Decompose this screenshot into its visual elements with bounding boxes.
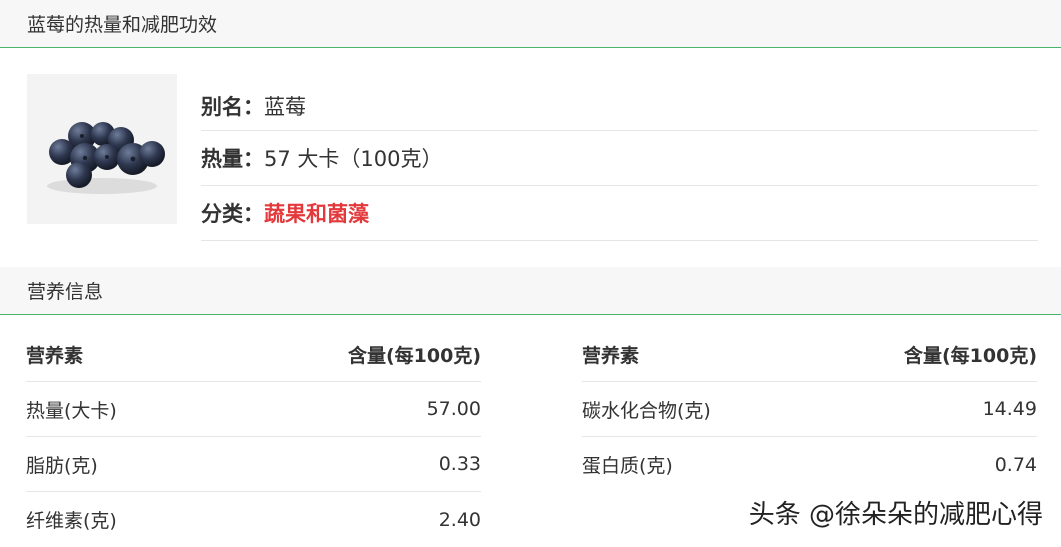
page-title-bar: 蓝莓的热量和减肥功效 — [0, 0, 1061, 48]
nutrient-value: 57.00 — [426, 398, 481, 420]
calories-label: 热量： — [201, 147, 264, 171]
food-info-list: 别名： 蓝莓 热量： 57 大卡（100克） 分类： 蔬果和菌藻 — [201, 81, 1038, 241]
table-row: 纤维素(克) 2.40 — [26, 492, 481, 547]
category-label: 分类： — [201, 202, 264, 226]
nutrient-name: 脂肪(克) — [26, 454, 98, 477]
watermark: 头条 @徐朵朵的减肥心得 — [748, 500, 1043, 530]
nutrient-value: 0.33 — [438, 453, 481, 475]
nutrient-value: 2.40 — [438, 508, 481, 531]
nutrition-title: 营养信息 — [27, 281, 104, 303]
calories-row: 热量： 57 大卡（100克） — [201, 131, 1038, 186]
header-nutrient: 营养素 — [26, 344, 84, 367]
nutrient-value: 0.74 — [994, 453, 1037, 476]
nutrient-name: 蛋白质(克) — [582, 455, 673, 477]
blueberries-icon — [47, 122, 165, 194]
alias-value: 蓝莓 — [264, 94, 306, 119]
alias-label: 别名： — [201, 94, 264, 119]
table-row: 蛋白质(克) 0.74 — [582, 437, 1037, 492]
table-row: 碳水化合物(克) 14.49 — [582, 382, 1037, 437]
calories-value: 57 大卡（100克） — [264, 147, 443, 171]
nutrient-name: 纤维素(克) — [26, 510, 117, 532]
header-amount: 含量(每100克) — [347, 344, 481, 367]
alias-row: 别名： 蓝莓 — [201, 81, 1038, 131]
table-row: 热量(大卡) 57.00 — [26, 382, 481, 437]
header-nutrient: 营养素 — [582, 344, 640, 367]
food-info-panel: 别名： 蓝莓 热量： 57 大卡（100克） 分类： 蔬果和菌藻 — [0, 48, 1061, 267]
nutrient-name: 碳水化合物(克) — [582, 399, 711, 422]
category-link[interactable]: 蔬果和菌藻 — [264, 198, 369, 228]
table-header-row: 营养素 含量(每100克) — [26, 327, 481, 382]
page-title: 蓝莓的热量和减肥功效 — [27, 14, 218, 36]
table-row: 脂肪(克) 0.33 — [26, 437, 481, 492]
nutrient-value: 14.49 — [982, 398, 1037, 420]
nutrition-column-right: 营养素 含量(每100克) 碳水化合物(克) 14.49 蛋白质(克) 0.74 — [582, 327, 1037, 492]
category-row: 分类： 蔬果和菌藻 — [201, 186, 1038, 241]
blueberries-image — [27, 74, 177, 224]
header-amount: 含量(每100克) — [903, 344, 1037, 367]
nutrition-column-left: 营养素 含量(每100克) 热量(大卡) 57.00 脂肪(克) 0.33 纤维… — [26, 327, 481, 547]
nutrient-name: 热量(大卡) — [26, 399, 117, 422]
nutrition-title-bar: 营养信息 — [0, 267, 1061, 315]
table-header-row: 营养素 含量(每100克) — [582, 327, 1037, 382]
